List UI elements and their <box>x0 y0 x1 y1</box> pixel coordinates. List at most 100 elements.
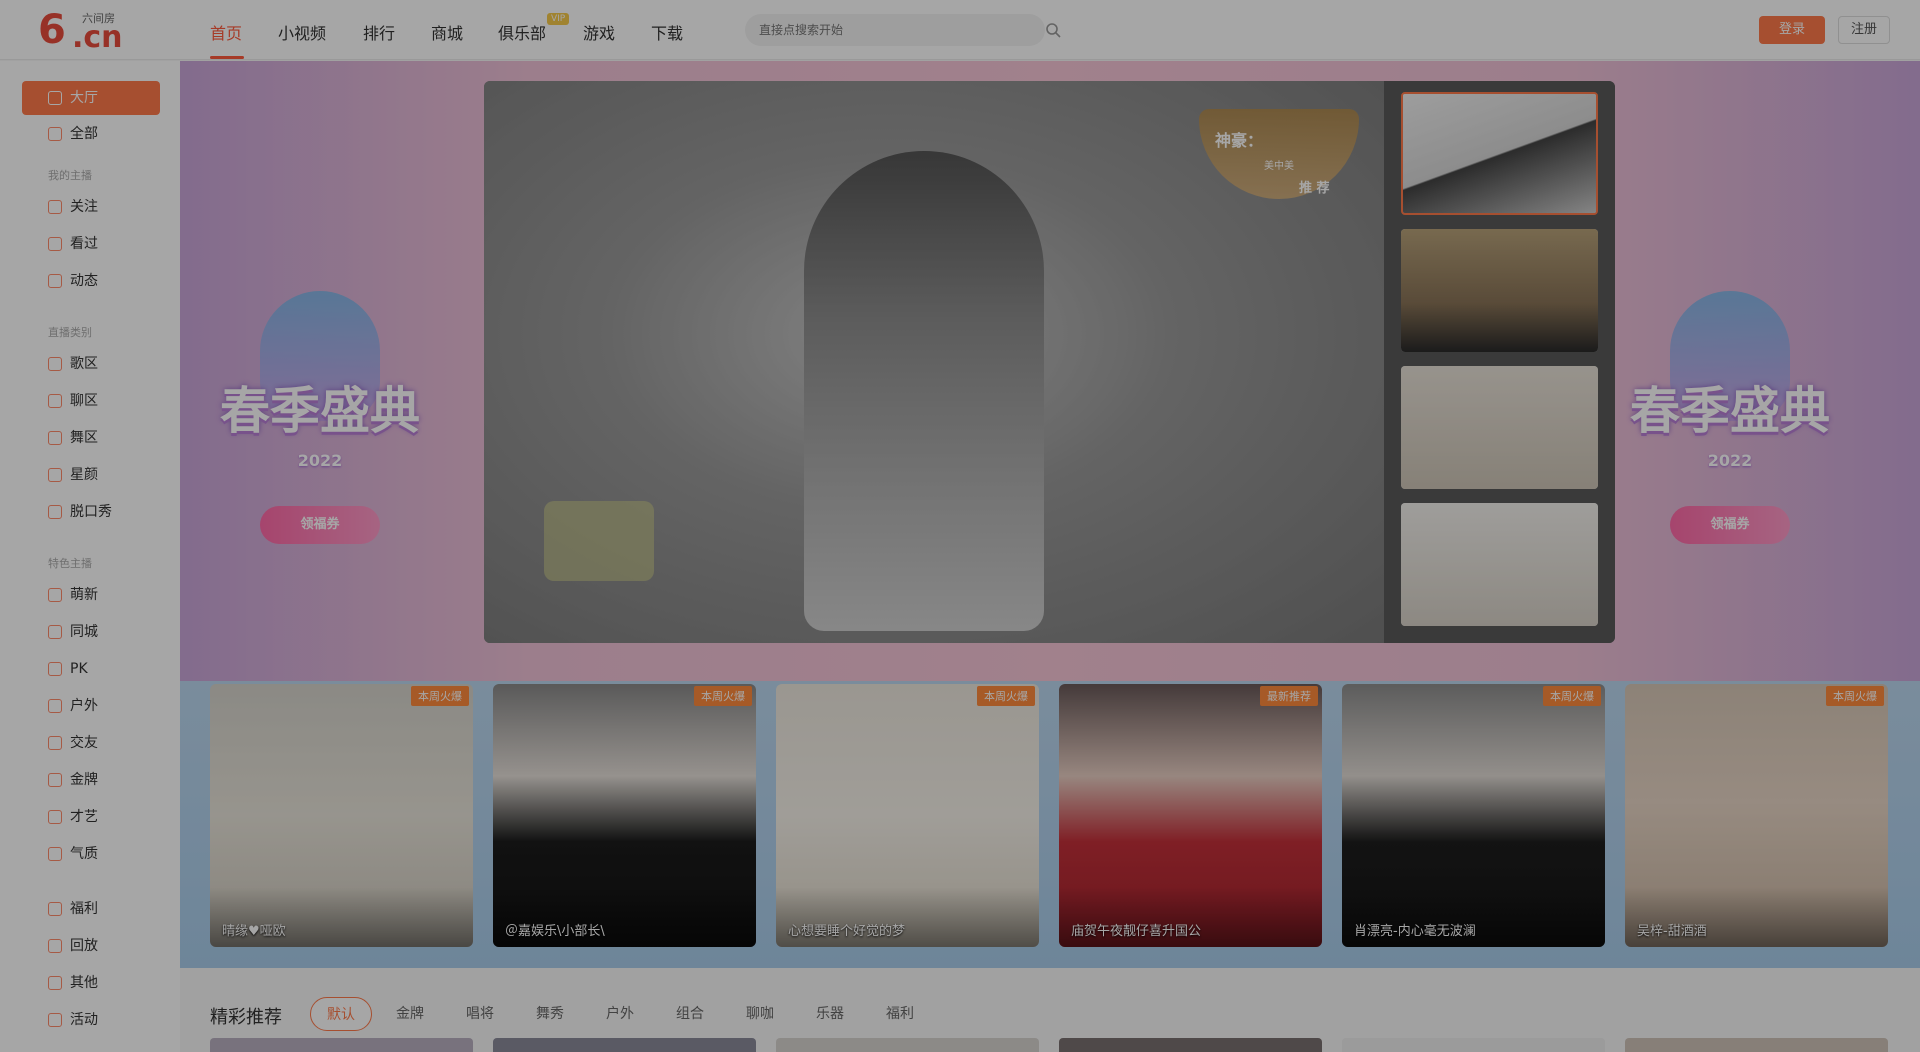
sidebar-item-talent[interactable]: 才艺 <box>22 800 160 834</box>
sidebar-item-lobby[interactable]: 大厅 <box>22 81 160 115</box>
event-ribbon-button[interactable]: 领福券 <box>260 506 380 544</box>
mic-icon <box>48 357 62 371</box>
nav-club[interactable]: 俱乐部 <box>498 20 546 44</box>
sidebar: 大厅 全部 我的主播 关注 看过 动态 直播类别 歌区 聊区 舞区 星颜 脱口秀… <box>0 61 180 1052</box>
feed-icon <box>48 274 62 288</box>
tycoon-crown-badge: 神豪： 美中美 推 荐 <box>1179 91 1379 201</box>
sidebar-item-dance[interactable]: 舞区 <box>22 421 160 455</box>
stream-card[interactable]: 本周火爆 吴梓-甜酒酒 <box>1625 684 1888 947</box>
sidebar-item-feed[interactable]: 动态 <box>22 264 160 298</box>
recommend-card[interactable] <box>1342 1038 1605 1052</box>
filter-singer[interactable]: 唱将 <box>455 997 505 1031</box>
vip-badge: VIP <box>547 13 570 25</box>
filter-group[interactable]: 组合 <box>665 997 715 1031</box>
sidebar-head-categories: 直播类别 <box>48 326 92 339</box>
sidebar-item-other[interactable]: 其他 <box>22 966 160 1000</box>
search-icon[interactable] <box>1045 22 1061 38</box>
filter-instrument[interactable]: 乐器 <box>805 997 855 1031</box>
thumbnail-2[interactable] <box>1401 229 1598 352</box>
more-icon <box>48 976 62 990</box>
event-ribbon-button[interactable]: 领福券 <box>1670 506 1790 544</box>
thumbnail-4[interactable] <box>1401 503 1598 626</box>
sidebar-item-chat[interactable]: 聊区 <box>22 384 160 418</box>
crown-title: 神豪： <box>1215 131 1264 150</box>
register-button[interactable]: 注册 <box>1838 16 1890 44</box>
recommend-card[interactable] <box>776 1038 1039 1052</box>
talent-icon <box>48 810 62 824</box>
nav-short-video[interactable]: 小视频 <box>278 20 326 44</box>
search-input[interactable] <box>759 14 999 46</box>
login-button[interactable]: 登录 <box>1759 16 1825 44</box>
card-name: 庙贺午夜靓仔喜升国公 <box>1071 924 1202 939</box>
sidebar-item-social[interactable]: 交友 <box>22 726 160 760</box>
nav-games[interactable]: 游戏 <box>583 20 615 44</box>
nav-ranking[interactable]: 排行 <box>363 20 395 44</box>
card-tag: 本周火爆 <box>1826 686 1884 706</box>
sidebar-item-talkshow[interactable]: 脱口秀 <box>22 495 160 529</box>
card-tag: 本周火爆 <box>977 686 1035 706</box>
live-player[interactable]: 神豪： 美中美 推 荐 <box>484 81 1615 643</box>
stream-card[interactable]: 本周火爆 肖漂亮-内心毫无波澜 <box>1342 684 1605 947</box>
filter-welfare[interactable]: 福利 <box>875 997 925 1031</box>
sidebar-item-welfare[interactable]: 福利 <box>22 892 160 926</box>
sidebar-item-newbie[interactable]: 萌新 <box>22 578 160 612</box>
card-name: 心想要睡个好觉的梦 <box>788 924 906 939</box>
stream-card[interactable]: 本周火爆 晴缘♥哑欧 <box>210 684 473 947</box>
section-title: 精彩推荐 <box>210 1007 282 1028</box>
sidebar-item-events[interactable]: 活动 <box>22 1003 160 1037</box>
sidebar-head-featured: 特色主播 <box>48 557 92 570</box>
thumbnail-image <box>1403 94 1596 213</box>
pk-icon <box>48 662 62 676</box>
live-video[interactable]: 神豪： 美中美 推 荐 <box>484 81 1384 643</box>
sidebar-item-outdoor[interactable]: 户外 <box>22 689 160 723</box>
filter-default[interactable]: 默认 <box>310 997 372 1031</box>
grid-icon <box>48 127 62 141</box>
card-name: 吴梓-甜酒酒 <box>1637 924 1707 939</box>
stream-card[interactable]: 本周火爆 ＠嘉娱乐\小部长\ <box>493 684 756 947</box>
filter-chat[interactable]: 聊咖 <box>735 997 785 1031</box>
recommend-card[interactable] <box>1625 1038 1888 1052</box>
featured-cards: 本周火爆 晴缘♥哑欧 本周火爆 ＠嘉娱乐\小部长\ 本周火爆 心想要睡个好觉的梦… <box>210 684 1920 947</box>
sidebar-item-gold[interactable]: 金牌 <box>22 763 160 797</box>
sidebar-item-history[interactable]: 看过 <box>22 227 160 261</box>
sidebar-item-local[interactable]: 同城 <box>22 615 160 649</box>
medal-icon <box>48 773 62 787</box>
sidebar-item-pk[interactable]: PK <box>22 652 160 686</box>
site-logo[interactable]: 6 .cn 六间房 <box>38 8 138 55</box>
card-name: 晴缘♥哑欧 <box>222 924 286 939</box>
nav-mall[interactable]: 商城 <box>431 20 463 44</box>
filter-gold[interactable]: 金牌 <box>385 997 435 1031</box>
sidebar-item-all[interactable]: 全部 <box>22 117 160 151</box>
sidebar-head-my-anchors: 我的主播 <box>48 169 92 182</box>
event-badge-right[interactable]: 春季盛典 2022 领福券 <box>1615 291 1845 551</box>
stream-card[interactable]: 最新推荐 庙贺午夜靓仔喜升国公 <box>1059 684 1322 947</box>
thumbnail-3[interactable] <box>1401 366 1598 489</box>
filter-outdoor[interactable]: 户外 <box>595 997 645 1031</box>
sprout-icon <box>48 588 62 602</box>
nav-home[interactable]: 首页 <box>210 20 242 44</box>
sparkle-icon <box>48 847 62 861</box>
sidebar-item-temperament[interactable]: 气质 <box>22 837 160 871</box>
sidebar-item-singing[interactable]: 歌区 <box>22 347 160 381</box>
sidebar-item-replay[interactable]: 回放 <box>22 929 160 963</box>
nav-download[interactable]: 下载 <box>651 20 683 44</box>
recommend-card[interactable] <box>493 1038 756 1052</box>
filter-dance[interactable]: 舞秀 <box>525 997 575 1031</box>
stream-card[interactable]: 本周火爆 心想要睡个好觉的梦 <box>776 684 1039 947</box>
recommend-card[interactable] <box>210 1038 473 1052</box>
talk-icon <box>48 505 62 519</box>
recommend-card[interactable] <box>1059 1038 1322 1052</box>
logo-name: 六间房 <box>82 12 115 25</box>
thumbnail-image <box>1401 366 1598 489</box>
event-badge-left[interactable]: 春季盛典 2022 领福券 <box>205 291 435 551</box>
sidebar-item-follow[interactable]: 关注 <box>22 190 160 224</box>
event-title: 春季盛典 <box>220 382 420 440</box>
sidebar-item-beauty[interactable]: 星颜 <box>22 458 160 492</box>
location-icon <box>48 625 62 639</box>
heart-icon <box>48 200 62 214</box>
event-year: 2022 <box>1707 451 1753 470</box>
search-box <box>745 14 1061 46</box>
chat-icon <box>48 394 62 408</box>
gift-icon <box>48 902 62 916</box>
thumbnail-1[interactable] <box>1401 92 1598 215</box>
